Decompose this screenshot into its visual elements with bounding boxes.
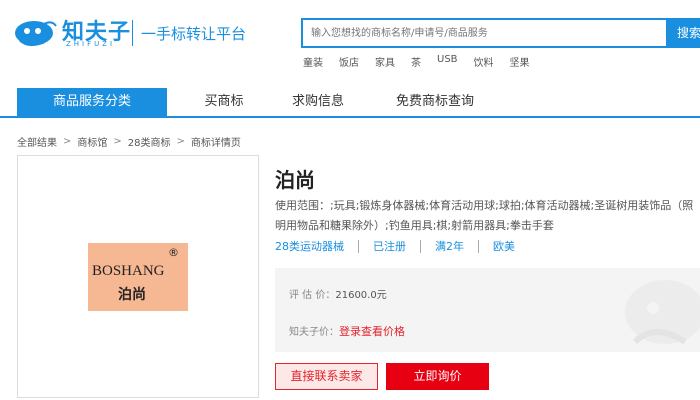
registered-mark: ® (168, 246, 179, 259)
tag-style[interactable]: 欧美 (493, 240, 529, 253)
breadcrumb: 全部结果 > 商标馆 > 28类商标 > 商标详情页 (17, 134, 241, 149)
nav-tab-categories[interactable]: 商品服务分类 (17, 88, 167, 118)
inquiry-button[interactable]: 立即询价 (386, 363, 489, 390)
hot-word-link[interactable]: 童装 (303, 54, 323, 70)
breadcrumb-item-current: 商标详情页 (190, 138, 241, 149)
usage-scope: 使用范围：;玩具;锻炼身体器械;体育活动用球;球拍;体育活动器械;圣诞树用装饰品… (275, 199, 694, 232)
header: 知夫子 ZHIFUZI 一手标转让平台 搜索 童装 饭店 家具 茶 USB 饮料… (0, 0, 700, 82)
logo-latin: ZHIFUZI (66, 40, 116, 48)
zfz-price-row: 知夫子价：登录查看价格 (289, 323, 405, 339)
hot-word-link[interactable]: 坚果 (510, 54, 530, 70)
chevron-right-icon: > (63, 136, 72, 147)
estimate-price-row: 评 估 价：21600.0元 (289, 286, 387, 301)
price-panel: 评 估 价：21600.0元 知夫子价：登录查看价格 (275, 268, 700, 352)
breadcrumb-item[interactable]: 全部结果 (17, 134, 57, 149)
trademark-cn-text: 泊尚 (118, 287, 146, 303)
estimate-price-value: 21600.0元 (335, 290, 387, 301)
chevron-right-icon: > (113, 136, 122, 147)
breadcrumb-item[interactable]: 28类商标 (128, 134, 171, 149)
trademark-latin-text: BOSHANG (92, 263, 165, 279)
main-nav: 商品服务分类 买商标 求购信息 免费商标查询 (0, 88, 700, 118)
breadcrumb-item[interactable]: 商标馆 (77, 134, 107, 149)
nav-tab-buy[interactable]: 买商标 (180, 88, 268, 116)
estimate-price-label: 评 估 价： (289, 290, 336, 301)
search-button[interactable]: 搜索 (666, 18, 700, 48)
hot-word-link[interactable]: 茶 (411, 54, 421, 70)
contact-seller-button[interactable]: 直接联系卖家 (275, 363, 378, 390)
tag-list: 28类运动器械 已注册 满2年 欧美 (275, 240, 543, 253)
tag-age[interactable]: 满2年 (435, 240, 479, 253)
hot-word-link[interactable]: 家具 (375, 54, 395, 70)
chevron-right-icon: > (176, 136, 185, 147)
nav-tab-wanted[interactable]: 求购信息 (274, 88, 362, 116)
nav-tab-free-search[interactable]: 免费商标查询 (380, 88, 490, 116)
logo-divider (132, 20, 133, 46)
tag-category[interactable]: 28类运动器械 (275, 240, 359, 253)
slogan: 一手标转让平台 (141, 25, 247, 43)
hot-words: 童装 饭店 家具 茶 USB 饮料 坚果 (303, 54, 546, 70)
login-view-price-link[interactable]: 登录查看价格 (339, 325, 405, 338)
trademark-image-frame: BOSHANG ® 泊尚 (17, 155, 259, 398)
logo[interactable]: 知夫子 ZHIFUZI (14, 14, 132, 54)
mascot-watermark-icon (625, 280, 700, 345)
product-title: 泊尚 (275, 168, 315, 192)
trademark-image: BOSHANG ® 泊尚 (88, 243, 188, 311)
search-input[interactable] (303, 20, 666, 46)
hot-word-link[interactable]: 饭店 (339, 54, 359, 70)
tag-status[interactable]: 已注册 (373, 240, 421, 253)
hot-word-link[interactable]: USB (437, 54, 458, 70)
logo-mascot-icon (15, 21, 57, 47)
zfz-price-label: 知夫子价： (289, 327, 339, 338)
hot-word-link[interactable]: 饮料 (474, 54, 494, 70)
search-box (301, 18, 666, 48)
